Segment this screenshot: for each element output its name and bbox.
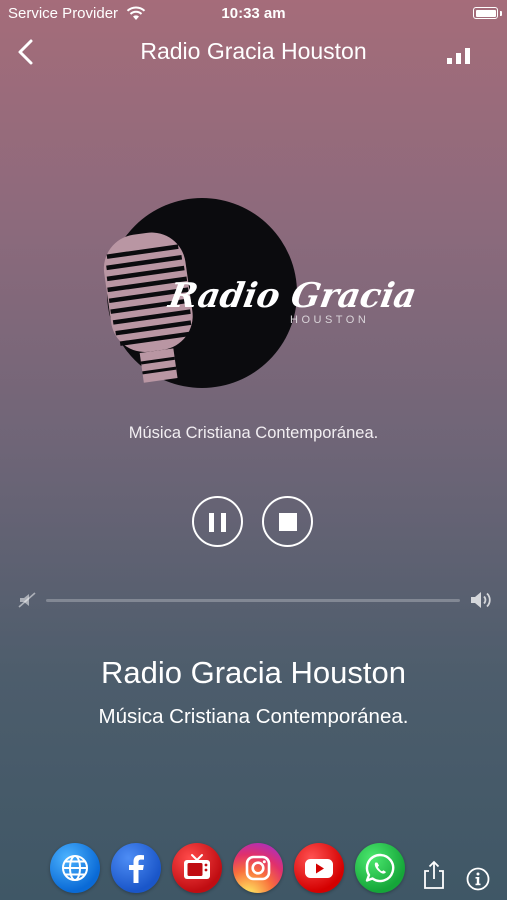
- signal-bars-icon[interactable]: [447, 48, 473, 64]
- youtube-icon: [305, 859, 333, 878]
- facebook-icon: [129, 855, 144, 883]
- share-icon[interactable]: [422, 860, 446, 890]
- pause-button[interactable]: [192, 496, 243, 547]
- battery-tip: [500, 11, 502, 16]
- nav-bar: Radio Gracia Houston: [0, 28, 507, 76]
- logo-script-text: Radio Gracia: [165, 276, 415, 316]
- pause-icon-bar: [221, 513, 226, 532]
- volume-slider[interactable]: [46, 599, 460, 602]
- whatsapp-icon: [365, 853, 395, 883]
- page-title: Radio Gracia Houston: [140, 38, 367, 64]
- instagram-button[interactable]: [233, 843, 283, 893]
- instagram-icon: [245, 855, 271, 881]
- youtube-button[interactable]: [294, 843, 344, 893]
- now-playing-subtitle: Música Cristiana Contemporánea.: [98, 705, 409, 728]
- clock: 10:33 am: [221, 5, 286, 22]
- station-logo: Radio Gracia HOUSTON: [103, 198, 415, 388]
- volume-mute-icon: [18, 592, 36, 608]
- status-bar: Service Provider 10:33 am: [0, 0, 507, 28]
- tv-icon: [184, 854, 210, 879]
- stop-button[interactable]: [262, 496, 313, 547]
- whatsapp-button[interactable]: [355, 843, 405, 893]
- now-playing-title: Radio Gracia Houston: [101, 655, 406, 690]
- stop-icon: [279, 513, 297, 531]
- tv-button[interactable]: [172, 843, 222, 893]
- station-subtitle: Música Cristiana Contemporánea.: [128, 424, 379, 442]
- info-icon[interactable]: [466, 867, 490, 891]
- battery-icon: [473, 7, 498, 19]
- facebook-button[interactable]: [111, 843, 161, 893]
- logo-city-text: HOUSTON: [290, 314, 369, 326]
- pause-icon: [209, 513, 214, 532]
- website-button[interactable]: [50, 843, 100, 893]
- globe-icon: [62, 855, 88, 881]
- volume-max-icon: [471, 592, 491, 608]
